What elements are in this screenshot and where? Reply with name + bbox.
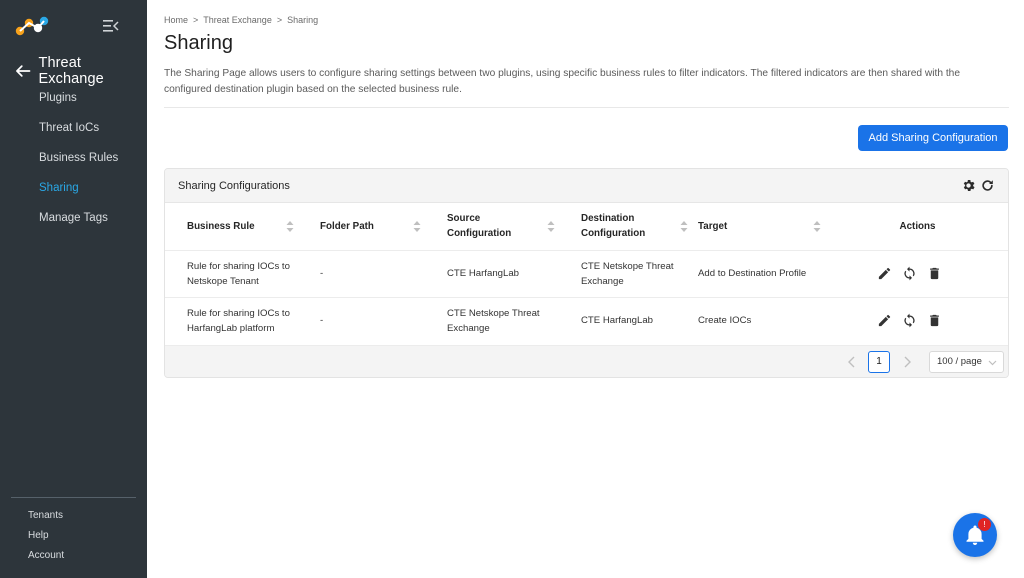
column-label: Destination Configuration bbox=[581, 213, 646, 240]
logo-icon[interactable] bbox=[15, 16, 49, 36]
sharing-table: Business Rule Folder Path Source Configu… bbox=[165, 203, 1008, 344]
sort-icon[interactable] bbox=[680, 220, 688, 232]
sidebar-bottom-links: Tenants Help Account bbox=[28, 509, 64, 569]
refresh-icon[interactable] bbox=[980, 178, 995, 193]
sidebar-item-help[interactable]: Help bbox=[28, 529, 64, 549]
sort-icon[interactable] bbox=[286, 220, 294, 232]
cell-destination: CTE HarfangLab bbox=[559, 296, 692, 344]
cell-actions bbox=[825, 296, 1008, 344]
cell-target: Create IOCs bbox=[692, 296, 825, 344]
column-label: Target bbox=[698, 220, 728, 232]
table-row[interactable]: Rule for sharing IOCs to HarfangLab plat… bbox=[165, 296, 1008, 344]
breadcrumb-home[interactable]: Home bbox=[164, 15, 188, 25]
column-business-rule[interactable]: Business Rule bbox=[165, 203, 298, 250]
module-title: Threat Exchange bbox=[38, 55, 104, 87]
column-destination-configuration[interactable]: Destination Configuration bbox=[559, 203, 692, 250]
sidebar-item-business-rules[interactable]: Business Rules bbox=[39, 150, 118, 180]
cell-business-rule: Rule for sharing IOCs to Netskope Tenant bbox=[165, 249, 298, 297]
page-title: Sharing bbox=[164, 32, 233, 54]
delete-icon[interactable] bbox=[927, 313, 942, 328]
cell-folder-path: - bbox=[298, 249, 425, 297]
cell-source: CTE HarfangLab bbox=[425, 249, 559, 297]
breadcrumb-sharing: Sharing bbox=[287, 15, 319, 25]
table-header-row: Business Rule Folder Path Source Configu… bbox=[165, 203, 1008, 250]
sidebar-item-tenants[interactable]: Tenants bbox=[28, 509, 64, 529]
sidebar: Threat Exchange Plugins Threat IoCs Busi… bbox=[0, 0, 147, 578]
card-title: Sharing Configurations bbox=[178, 180, 290, 192]
add-sharing-configuration-button[interactable]: Add Sharing Configuration bbox=[858, 125, 1008, 151]
cell-destination: CTE Netskope Threat Exchange bbox=[559, 249, 692, 297]
cell-target: Add to Destination Profile bbox=[692, 249, 825, 297]
sharing-configurations-card: Sharing Configurations Business Rule Fol… bbox=[164, 168, 1009, 378]
gear-icon[interactable] bbox=[961, 178, 976, 193]
chevron-left-icon[interactable] bbox=[847, 356, 857, 368]
sidebar-item-sharing[interactable]: Sharing bbox=[39, 180, 118, 210]
collapse-menu-icon[interactable] bbox=[103, 19, 119, 33]
breadcrumb-threat-exchange[interactable]: Threat Exchange bbox=[203, 15, 272, 25]
column-label: Folder Path bbox=[320, 220, 374, 232]
pagination-bar: 1 100 / page bbox=[165, 345, 1008, 377]
sync-icon[interactable] bbox=[902, 266, 917, 281]
column-label: Actions bbox=[899, 220, 936, 232]
cell-folder-path: - bbox=[298, 296, 425, 344]
sidebar-item-manage-tags[interactable]: Manage Tags bbox=[39, 210, 118, 240]
breadcrumb: Home > Threat Exchange > Sharing bbox=[164, 15, 318, 25]
cell-business-rule: Rule for sharing IOCs to HarfangLab plat… bbox=[165, 296, 298, 344]
back-to-threat-exchange[interactable]: Threat Exchange bbox=[15, 55, 147, 87]
sidebar-item-plugins[interactable]: Plugins bbox=[39, 90, 118, 120]
sync-icon[interactable] bbox=[902, 313, 917, 328]
column-label: Source Configuration bbox=[447, 213, 512, 240]
sidebar-item-threat-iocs[interactable]: Threat IoCs bbox=[39, 120, 118, 150]
column-target[interactable]: Target bbox=[692, 203, 825, 250]
edit-icon[interactable] bbox=[877, 313, 892, 328]
pagination-page-1[interactable]: 1 bbox=[868, 351, 890, 373]
delete-icon[interactable] bbox=[927, 266, 942, 281]
notifications-button[interactable]: ! bbox=[953, 513, 997, 557]
page-size-value: 100 / page bbox=[937, 356, 982, 367]
column-label: Business Rule bbox=[187, 220, 255, 232]
breadcrumb-separator: > bbox=[276, 15, 283, 25]
cell-source: CTE Netskope Threat Exchange bbox=[425, 296, 559, 344]
page-size-select[interactable]: 100 / page bbox=[929, 351, 1004, 373]
page-description: The Sharing Page allows users to configu… bbox=[164, 68, 960, 95]
header-divider bbox=[164, 107, 1009, 108]
chevron-down-icon bbox=[988, 360, 997, 366]
card-header: Sharing Configurations bbox=[165, 169, 1008, 203]
column-source-configuration[interactable]: Source Configuration bbox=[425, 203, 559, 250]
notification-badge: ! bbox=[978, 518, 991, 531]
column-folder-path[interactable]: Folder Path bbox=[298, 203, 425, 250]
table-row[interactable]: Rule for sharing IOCs to Netskope Tenant… bbox=[165, 249, 1008, 297]
edit-icon[interactable] bbox=[877, 266, 892, 281]
sort-icon[interactable] bbox=[547, 220, 555, 232]
cell-actions bbox=[825, 249, 1008, 297]
sort-icon[interactable] bbox=[413, 220, 421, 232]
sort-icon[interactable] bbox=[813, 220, 821, 232]
sidebar-nav: Plugins Threat IoCs Business Rules Shari… bbox=[39, 90, 118, 240]
back-arrow-icon bbox=[16, 65, 31, 77]
sidebar-divider bbox=[11, 497, 136, 498]
sidebar-item-account[interactable]: Account bbox=[28, 549, 64, 569]
chevron-right-icon[interactable] bbox=[902, 356, 912, 368]
column-actions: Actions bbox=[825, 203, 1008, 250]
breadcrumb-separator: > bbox=[193, 15, 199, 25]
